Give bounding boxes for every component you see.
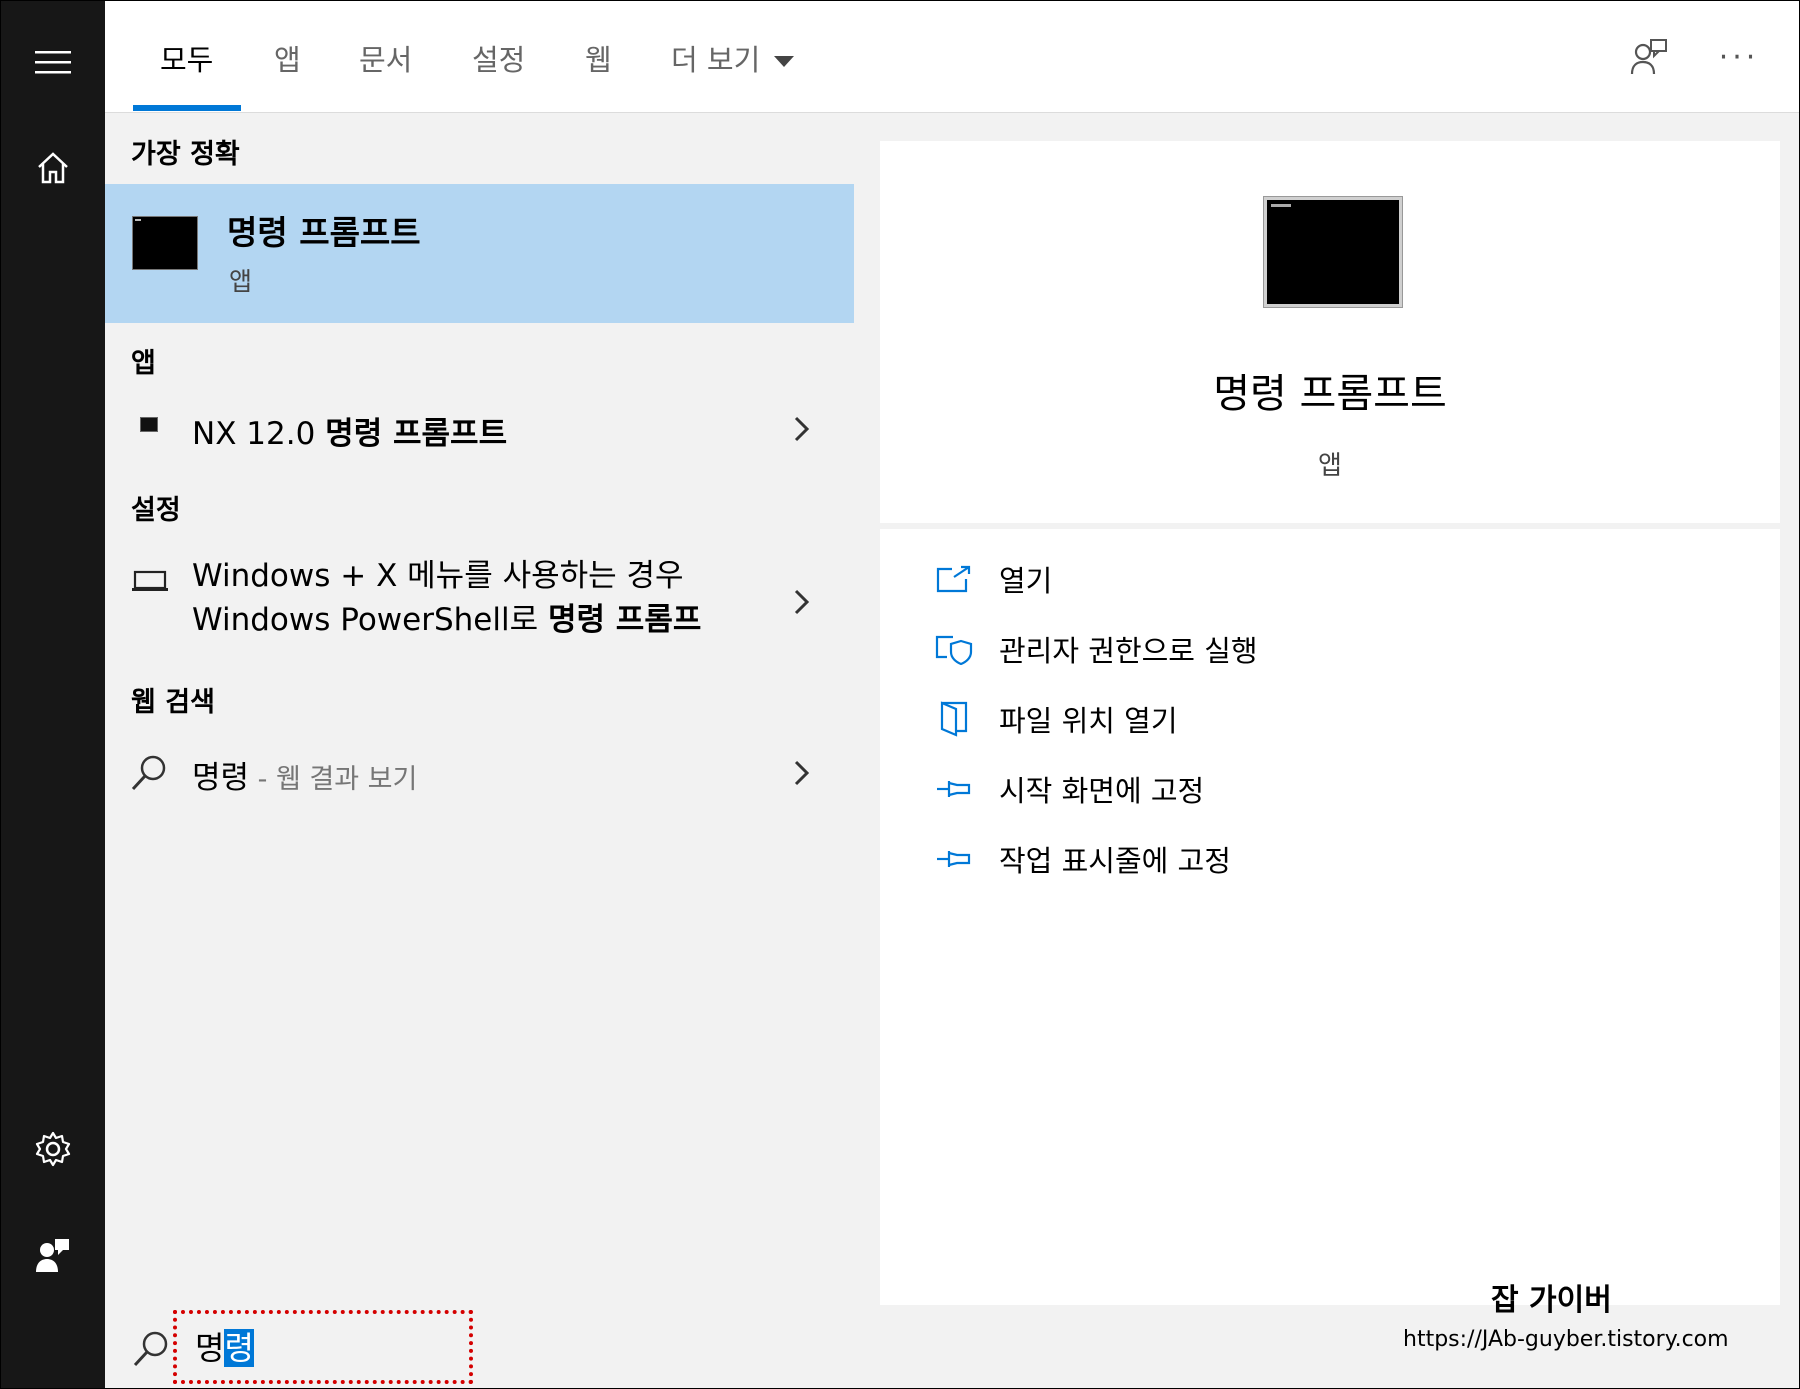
watermark-url: https://JAb-guyber.tistory.com (1403, 1327, 1729, 1352)
web-result-label: 명령 - 웹 결과 보기 (192, 760, 418, 796)
chevron-right-icon[interactable] (787, 753, 817, 793)
filter-tab-bar: 모두 앱 문서 설정 웹 더 보기 ··· (105, 1, 1799, 113)
tab-documents[interactable]: 문서 (359, 37, 412, 79)
active-tab-indicator (133, 105, 241, 111)
tab-apps[interactable]: 앱 (274, 37, 301, 79)
detail-header-card: 명령 프롬프트 앱 (880, 141, 1780, 523)
detail-actions-card: 열기 관리자 권한으로 실행 파일 위치 열기 시작 화면에 고정 작업 표시줄… (880, 529, 1780, 1305)
action-open[interactable]: 열기 (932, 551, 1532, 607)
open-icon (932, 557, 976, 601)
left-rail (1, 1, 105, 1388)
action-pin-to-start[interactable]: 시작 화면에 고정 (932, 761, 1532, 817)
chevron-right-icon[interactable] (787, 582, 817, 622)
results-pane: 가장 정확 명령 프롬프트 앱 앱 NX 12.0 명령 프롬프트 설정 Win… (105, 113, 854, 1305)
search-icon (131, 1329, 171, 1373)
feedback-icon[interactable] (1625, 33, 1673, 81)
section-apps: 앱 (131, 348, 156, 379)
pin-icon (932, 837, 976, 881)
watermark-title: 잡 가이버 (1491, 1283, 1612, 1318)
pin-icon (932, 767, 976, 811)
tab-all[interactable]: 모두 (160, 37, 213, 79)
tab-more-label: 더 보기 (671, 43, 761, 77)
tab-web[interactable]: 웹 (585, 37, 612, 79)
admin-shield-icon (932, 627, 976, 671)
detail-pane: 명령 프롬프트 앱 열기 관리자 권한으로 실행 파일 위치 열기 시작 화면에… (854, 113, 1799, 1305)
command-prompt-large-icon (1264, 197, 1402, 307)
search-icon (129, 753, 169, 797)
chevron-down-icon (774, 41, 795, 75)
app-result-label: NX 12.0 명령 프롬프트 (192, 416, 508, 452)
tab-settings[interactable]: 설정 (472, 37, 525, 79)
section-web-search: 웹 검색 (131, 687, 215, 718)
detail-subtitle: 앱 (1318, 451, 1342, 481)
settings-gear-icon[interactable] (27, 1123, 79, 1175)
app-result-row[interactable]: NX 12.0 명령 프롬프트 (105, 400, 854, 460)
action-pin-to-taskbar[interactable]: 작업 표시줄에 고정 (932, 831, 1532, 887)
file-location-icon (932, 697, 976, 741)
section-settings: 설정 (131, 495, 181, 526)
laptop-settings-icon (132, 570, 168, 598)
detail-title: 명령 프롬프트 (1213, 371, 1447, 417)
search-input[interactable]: 명령 (195, 1323, 254, 1369)
chevron-right-icon[interactable] (787, 409, 817, 449)
section-best-match: 가장 정확 (131, 139, 240, 170)
action-open-file-location[interactable]: 파일 위치 열기 (932, 691, 1532, 747)
nx-terminal-icon (140, 417, 158, 432)
settings-result-row[interactable]: Windows + X 메뉴를 사용하는 경우 Windows PowerShe… (105, 554, 854, 658)
best-match-item[interactable]: 명령 프롬프트 앱 (105, 184, 854, 323)
best-match-subtitle: 앱 (229, 267, 253, 296)
settings-result-label: Windows + X 메뉴를 사용하는 경우 Windows PowerShe… (192, 558, 702, 638)
user-feedback-icon[interactable] (27, 1229, 79, 1281)
hamburger-menu-icon[interactable] (27, 37, 79, 89)
best-match-title: 명령 프롬프트 (227, 213, 421, 252)
search-window: 모두 앱 문서 설정 웹 더 보기 ··· 가장 정확 명령 프롬프트 앱 앱 (0, 0, 1800, 1389)
action-run-as-admin[interactable]: 관리자 권한으로 실행 (932, 621, 1532, 677)
web-result-row[interactable]: 명령 - 웹 결과 보기 (105, 741, 854, 805)
home-icon[interactable] (27, 142, 79, 194)
command-prompt-icon (132, 216, 198, 270)
more-options-icon[interactable]: ··· (1715, 33, 1763, 81)
tab-more[interactable]: 더 보기 (671, 37, 795, 79)
